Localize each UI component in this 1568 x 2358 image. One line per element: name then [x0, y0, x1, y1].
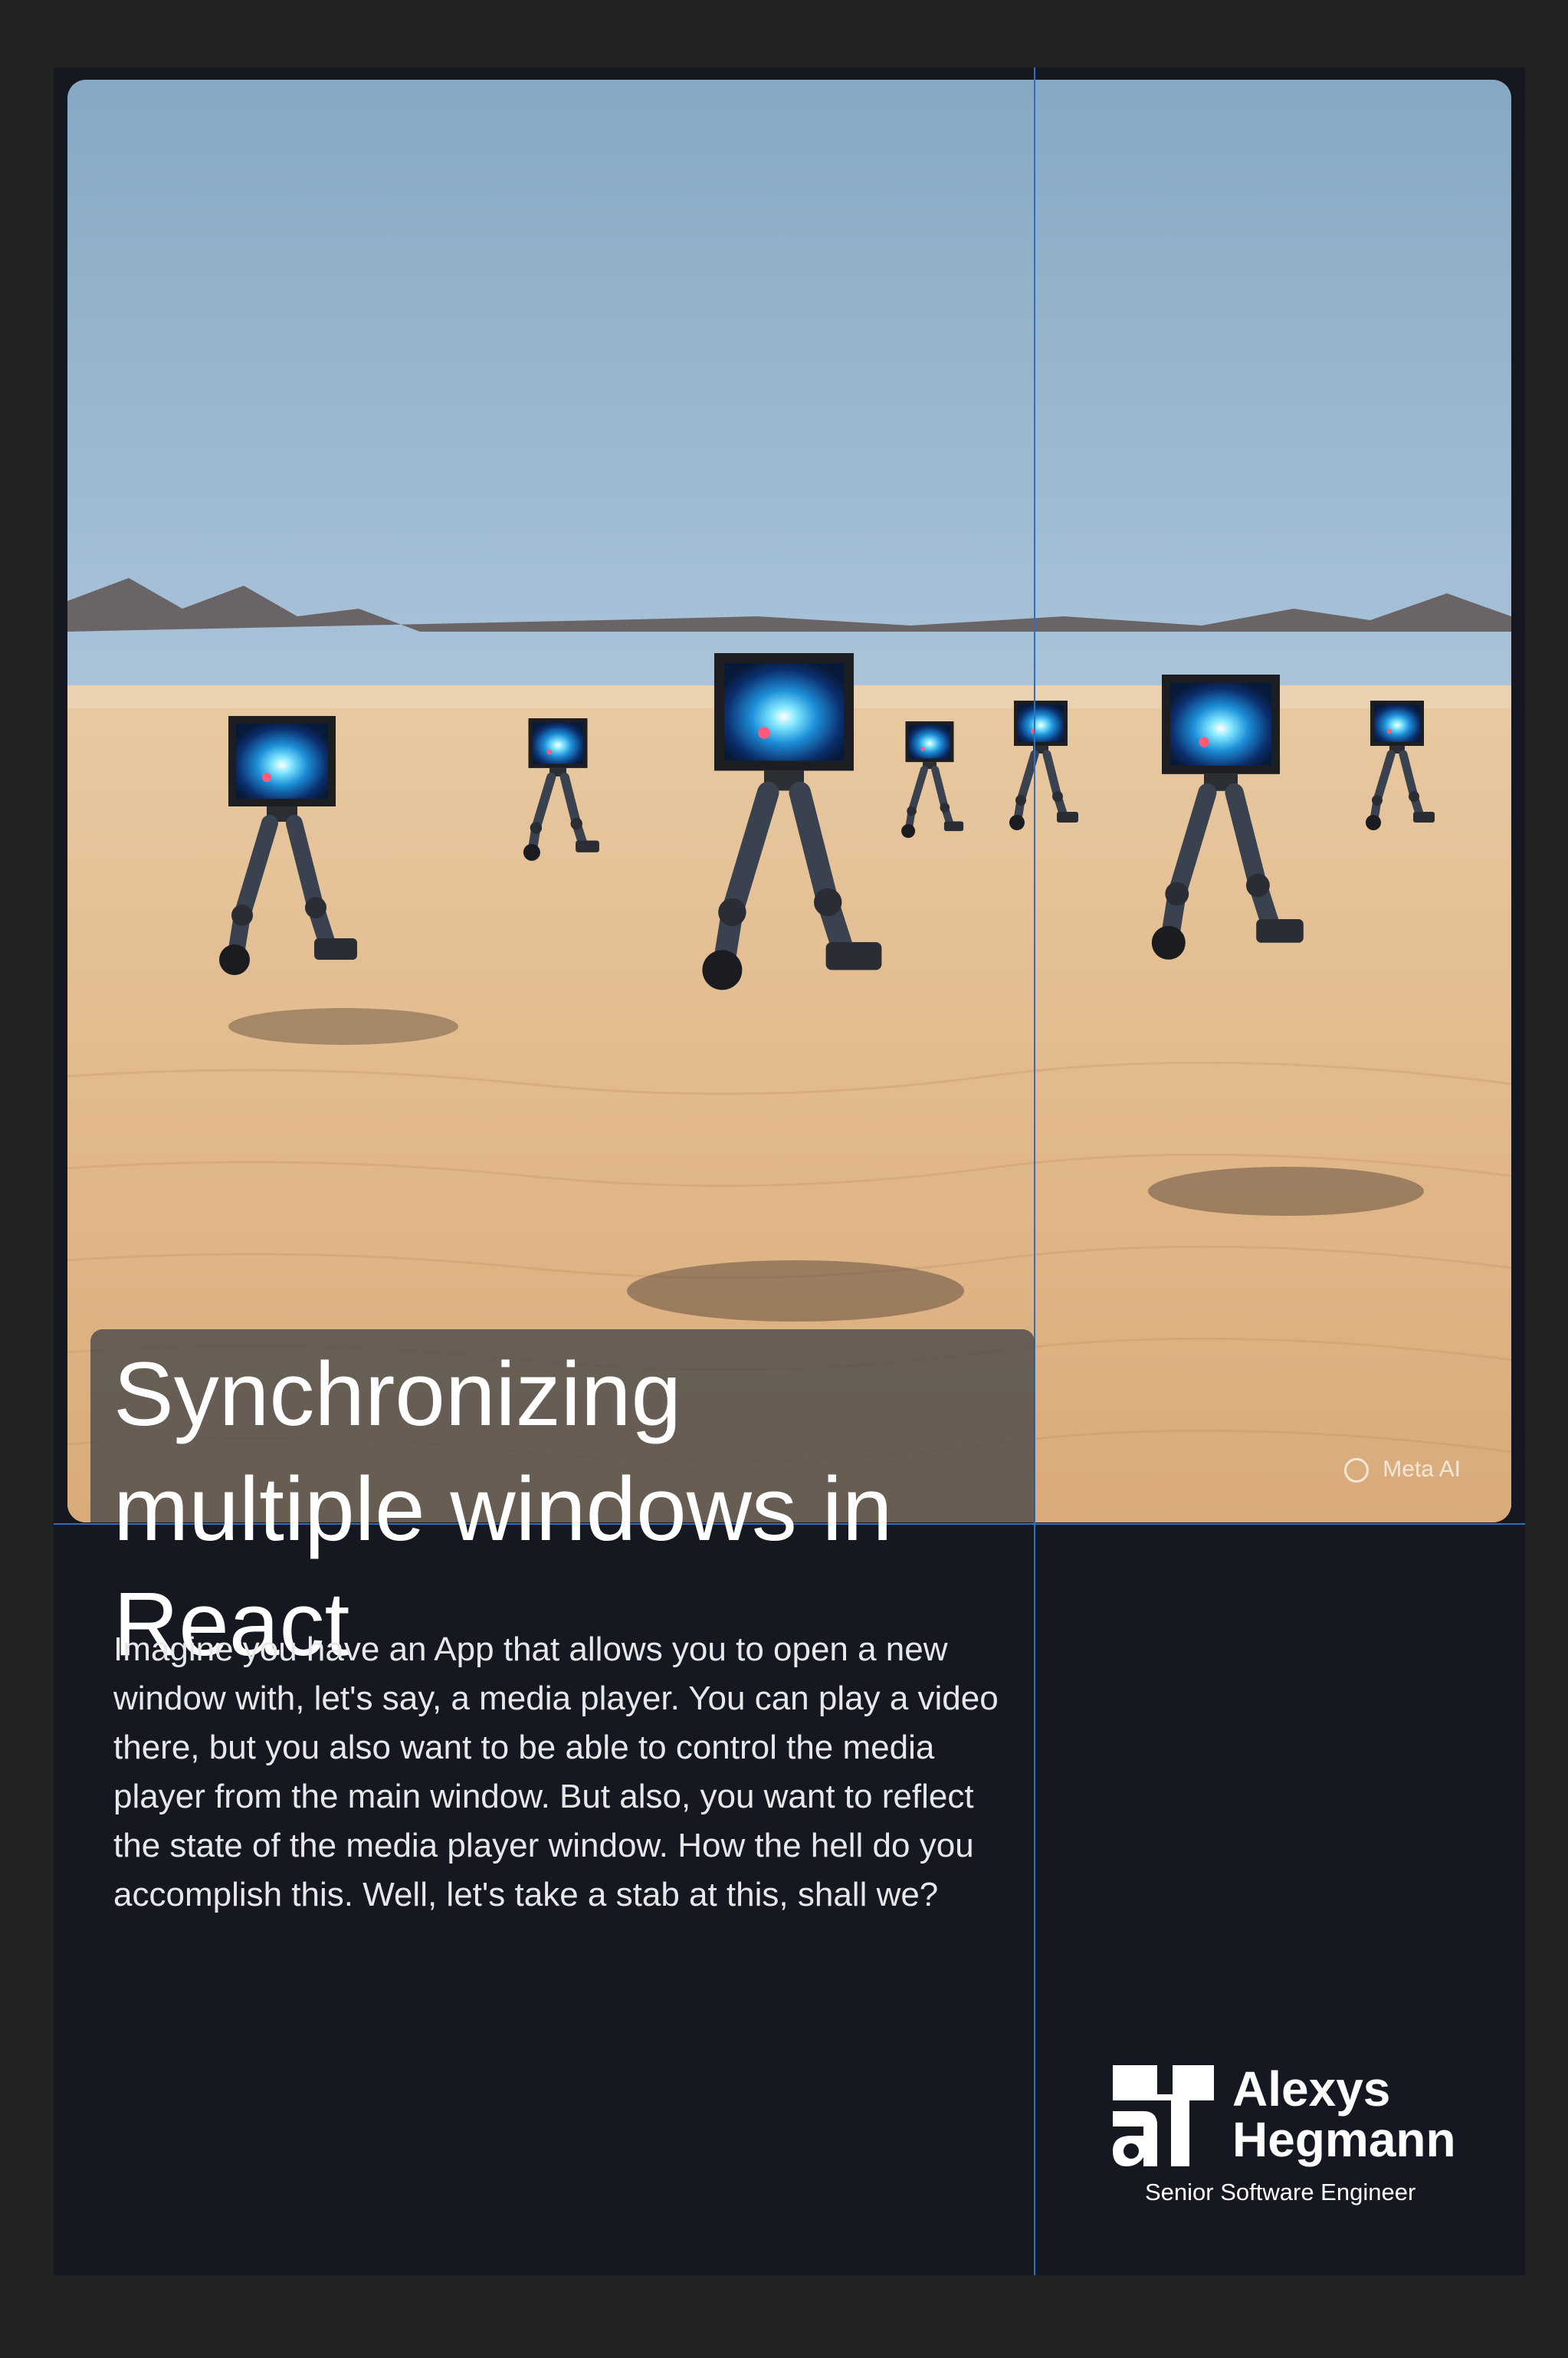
guide-line-vertical [1034, 67, 1035, 2275]
meta-ai-icon [1344, 1458, 1369, 1483]
author-last-name: Hegmann [1232, 2112, 1456, 2167]
article-description: Imagine you have an App that allows you … [113, 1631, 999, 1913]
ah-logo-icon [1113, 2065, 1214, 2166]
author-first-name: Alexys [1232, 2061, 1391, 2117]
author-brand: Alexys Hegmann Senior Software Engineer [1113, 2064, 1465, 2209]
author-role: Senior Software Engineer [1145, 2179, 1416, 2205]
hero-image: Meta AI [67, 80, 1511, 1522]
